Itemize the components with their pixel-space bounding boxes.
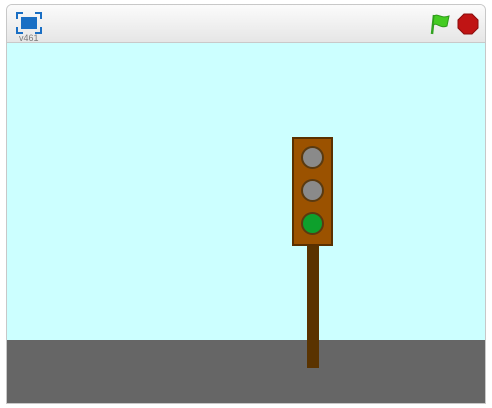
red-lamp bbox=[301, 146, 324, 169]
fullscreen-button[interactable] bbox=[15, 11, 43, 35]
traffic-light-pole bbox=[307, 243, 319, 368]
yellow-lamp bbox=[301, 179, 324, 202]
traffic-light-housing bbox=[292, 137, 333, 246]
green-lamp bbox=[301, 212, 324, 235]
version-label: v461 bbox=[19, 33, 39, 43]
player-toolbar: v461 bbox=[7, 5, 485, 43]
stop-button[interactable] bbox=[457, 13, 479, 35]
stage[interactable] bbox=[7, 43, 485, 403]
road bbox=[7, 340, 485, 403]
green-flag-icon bbox=[430, 14, 450, 35]
player-frame: v461 bbox=[6, 4, 486, 404]
fullscreen-icon bbox=[16, 12, 42, 34]
stop-sign-icon bbox=[457, 13, 479, 35]
green-flag-button[interactable] bbox=[429, 13, 451, 35]
